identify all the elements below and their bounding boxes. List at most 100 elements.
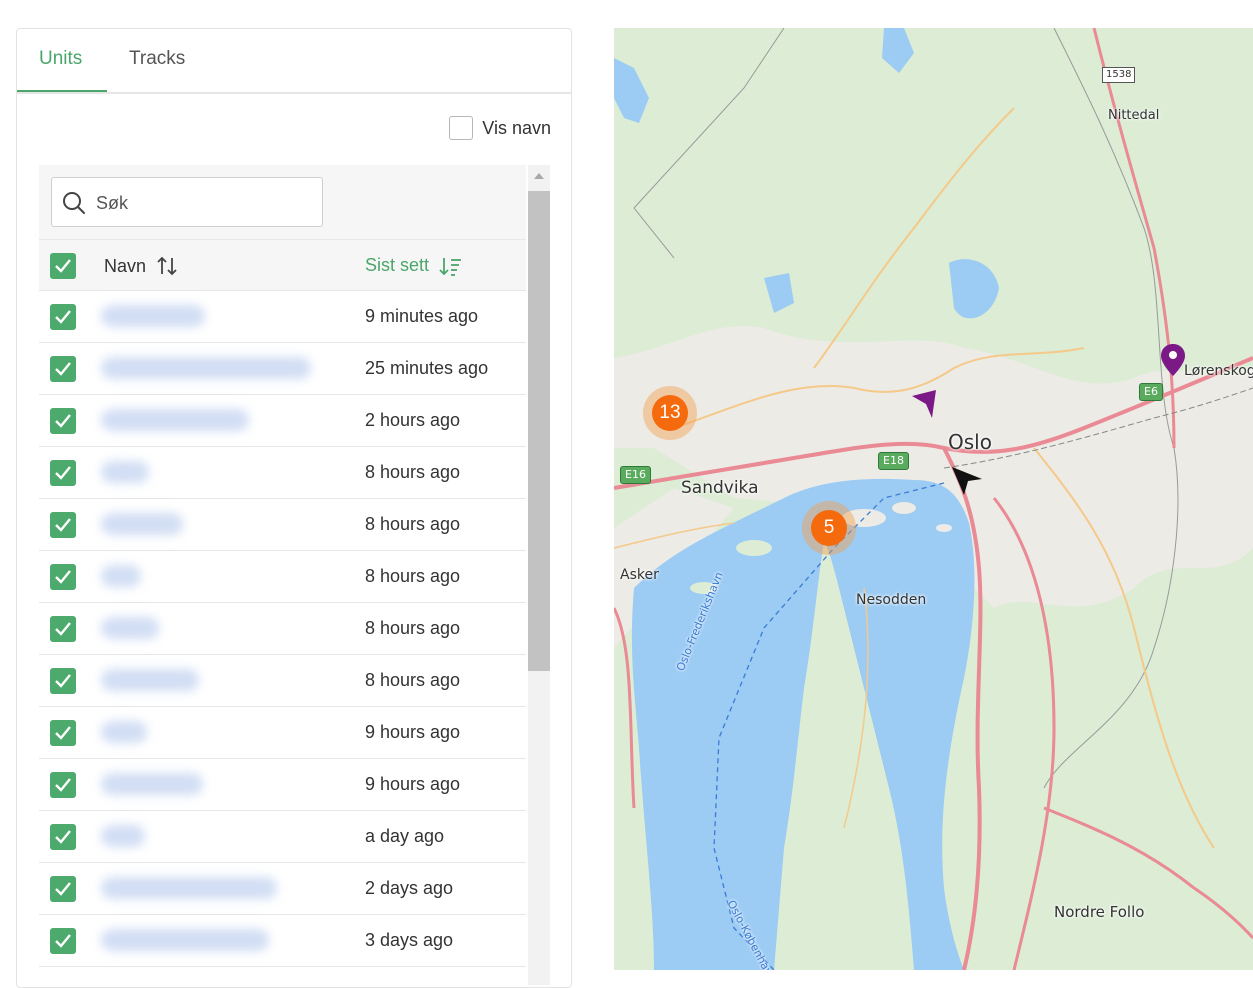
table-row[interactable]: 9 hours ago xyxy=(39,759,526,811)
column-last-seen-label: Sist sett xyxy=(365,255,430,275)
checkmark-icon xyxy=(55,466,71,480)
row-checkbox[interactable] xyxy=(50,408,76,434)
map-label-oslo: Oslo xyxy=(948,430,992,454)
checkmark-icon xyxy=(55,674,71,688)
row-checkbox[interactable] xyxy=(50,616,76,642)
row-last-seen: 9 minutes ago xyxy=(365,306,479,326)
table-row[interactable]: 8 hours ago xyxy=(39,655,526,707)
row-last-seen: 25 minutes ago xyxy=(365,358,489,378)
row-name-redacted xyxy=(101,773,203,795)
table-header: Navn Sist sett xyxy=(39,239,526,291)
checkmark-icon xyxy=(55,882,71,896)
row-last-seen: 9 hours ago xyxy=(365,774,461,794)
table-row[interactable]: 2 days ago xyxy=(39,863,526,915)
table-row[interactable]: 3 days ago xyxy=(39,915,526,967)
row-checkbox[interactable] xyxy=(50,720,76,746)
select-all-checkbox[interactable] xyxy=(50,253,76,279)
active-tab-indicator xyxy=(17,90,107,92)
search-area xyxy=(39,165,526,239)
row-checkbox[interactable] xyxy=(50,512,76,538)
row-checkbox[interactable] xyxy=(50,876,76,902)
row-checkbox[interactable] xyxy=(50,460,76,486)
map-label-nordre-follo: Nordre Follo xyxy=(1054,903,1145,921)
tab-tracks[interactable]: Tracks xyxy=(129,48,185,70)
scroll-up-arrow-icon[interactable] xyxy=(534,173,544,179)
unit-direction-arrow-icon[interactable] xyxy=(910,388,940,420)
cluster-count: 13 xyxy=(652,395,688,431)
row-name-redacted xyxy=(101,565,141,587)
row-last-seen: 8 hours ago xyxy=(365,566,461,586)
checkmark-icon xyxy=(55,310,71,324)
table-scrollbar[interactable] xyxy=(528,165,550,985)
cluster-marker-13[interactable]: 13 xyxy=(643,386,697,440)
row-name-redacted xyxy=(101,513,183,535)
row-checkbox[interactable] xyxy=(50,772,76,798)
table-row[interactable]: 8 hours ago xyxy=(39,447,526,499)
row-name-redacted xyxy=(101,877,277,899)
row-last-seen: 8 hours ago xyxy=(365,670,461,690)
table-row[interactable]: 8 hours ago xyxy=(39,551,526,603)
row-last-seen: a day ago xyxy=(365,826,445,846)
tab-units[interactable]: Units xyxy=(39,48,82,70)
table-row[interactable]: a day ago xyxy=(39,811,526,863)
map-label-sandvika: Sandvika xyxy=(681,478,759,498)
table-row[interactable]: 2 hours ago xyxy=(39,395,526,447)
row-name-redacted xyxy=(101,617,159,639)
row-name-redacted xyxy=(101,825,145,847)
checkmark-icon xyxy=(55,778,71,792)
road-shield-1538: 1538 xyxy=(1102,67,1136,83)
map-label-nesodden: Nesodden xyxy=(856,592,927,608)
checkmark-icon xyxy=(55,570,71,584)
map-base-layer xyxy=(614,28,1253,970)
vis-navn-label: Vis navn xyxy=(482,117,551,138)
scrollbar-thumb[interactable] xyxy=(528,191,550,671)
checkmark-icon xyxy=(55,622,71,636)
table-row[interactable]: 9 hours ago xyxy=(39,707,526,759)
checkmark-icon xyxy=(55,362,71,376)
map-label-nittedal: Nittedal xyxy=(1108,108,1160,123)
cluster-marker-5[interactable]: 5 xyxy=(802,501,856,555)
map-view[interactable]: Oslo Sandvika Asker Nesodden Nittedal Lø… xyxy=(614,28,1253,970)
units-table: Navn Sist sett xyxy=(39,165,551,985)
row-last-seen: 8 hours ago xyxy=(365,618,461,638)
row-name-redacted xyxy=(101,357,311,379)
table-row[interactable]: 25 minutes ago xyxy=(39,343,526,395)
checkmark-icon xyxy=(55,934,71,948)
row-name-redacted xyxy=(101,929,269,951)
row-name-redacted xyxy=(101,409,249,431)
row-checkbox[interactable] xyxy=(50,564,76,590)
row-checkbox[interactable] xyxy=(50,824,76,850)
checkmark-icon xyxy=(55,830,71,844)
row-checkbox[interactable] xyxy=(50,304,76,330)
search-input[interactable] xyxy=(94,188,318,218)
checkmark-icon xyxy=(55,414,71,428)
row-last-seen: 9 hours ago xyxy=(365,722,461,742)
vis-navn-toggle[interactable]: Vis navn xyxy=(449,116,551,140)
checkmark-icon xyxy=(55,518,71,532)
table-row[interactable]: 8 hours ago xyxy=(39,499,526,551)
search-icon xyxy=(63,192,85,214)
vis-navn-checkbox[interactable] xyxy=(449,116,474,140)
row-name-redacted xyxy=(101,305,205,327)
row-last-seen: 8 hours ago xyxy=(365,514,461,534)
unit-direction-arrow-icon[interactable] xyxy=(950,463,984,497)
checkmark-icon xyxy=(55,259,71,273)
column-header-last-seen[interactable]: Sist sett xyxy=(365,255,463,276)
row-checkbox[interactable] xyxy=(50,356,76,382)
sort-descending-icon[interactable] xyxy=(439,256,463,276)
row-last-seen: 8 hours ago xyxy=(365,462,461,482)
sort-toggle-icon[interactable] xyxy=(156,255,178,277)
row-last-seen: 3 days ago xyxy=(365,930,454,950)
row-checkbox[interactable] xyxy=(50,668,76,694)
search-field[interactable] xyxy=(51,177,323,227)
map-label-asker: Asker xyxy=(620,567,659,583)
column-name-label: Navn xyxy=(104,255,147,276)
table-row[interactable]: 8 hours ago xyxy=(39,603,526,655)
road-shield-e6: E6 xyxy=(1139,383,1163,401)
row-last-seen: 2 days ago xyxy=(365,878,454,898)
map-label-lorenskog: Lørenskog xyxy=(1184,363,1253,379)
column-header-name[interactable]: Navn xyxy=(104,255,178,277)
table-row[interactable]: 9 minutes ago xyxy=(39,291,526,343)
row-checkbox[interactable] xyxy=(50,928,76,954)
map-pin-icon[interactable] xyxy=(1160,343,1186,377)
